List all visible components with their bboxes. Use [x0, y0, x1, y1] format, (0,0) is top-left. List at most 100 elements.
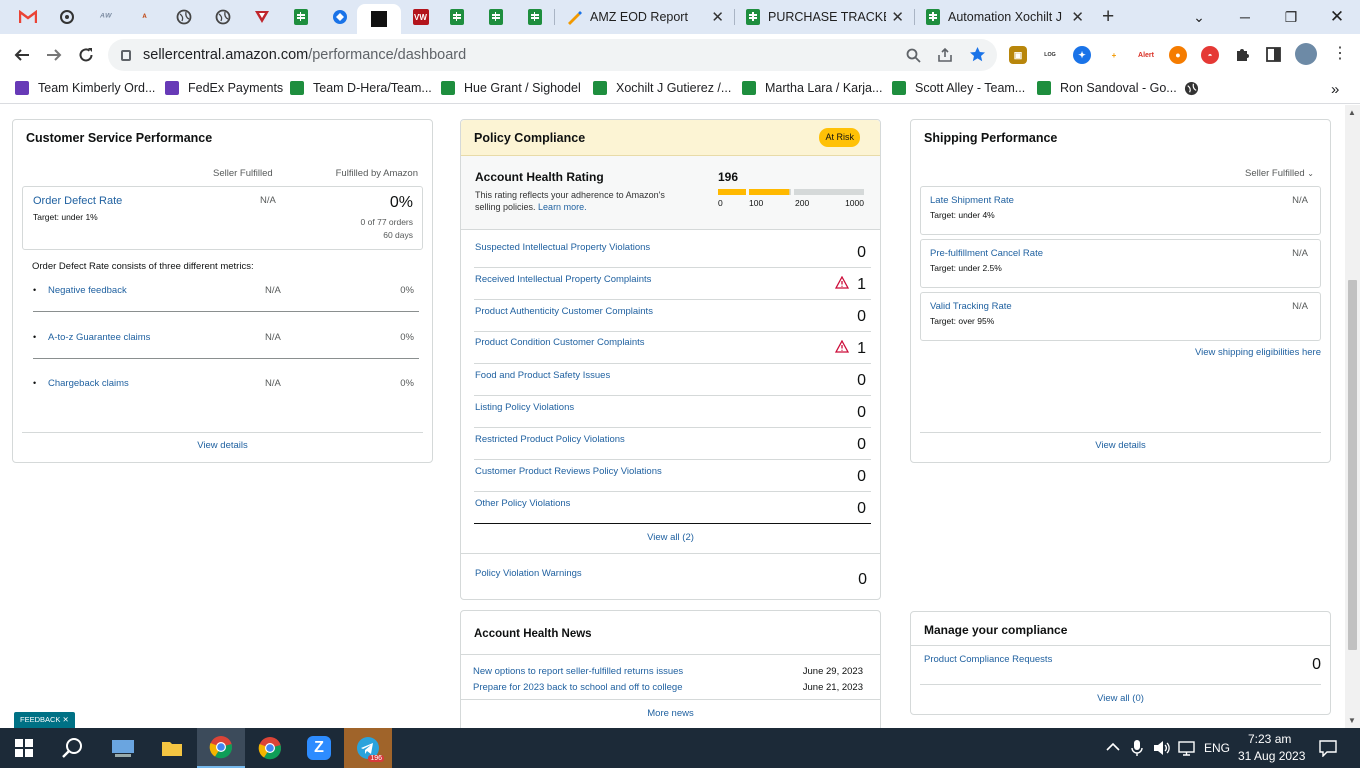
close-window-button[interactable]: ✕: [1314, 7, 1360, 27]
clock-time[interactable]: 7:23 am: [1248, 732, 1291, 746]
tab-close-icon[interactable]: ✕: [1071, 8, 1084, 26]
feedback-close-icon[interactable]: ✕: [63, 715, 69, 724]
news-item-link[interactable]: New options to report seller-fulfilled r…: [473, 666, 683, 677]
side-panel-icon[interactable]: [1266, 47, 1281, 62]
tab-amz-eod-report[interactable]: AMZ EOD Report ✕: [556, 4, 734, 30]
policy-label[interactable]: Product Condition Customer Complaints: [475, 337, 645, 348]
tab-sheets-4[interactable]: [515, 4, 554, 30]
forward-button[interactable]: [40, 42, 68, 68]
maximize-button[interactable]: ❐: [1268, 9, 1314, 26]
bookmark-item[interactable]: Team D-Hera/Team...: [290, 81, 432, 95]
tab-sheets-3[interactable]: [476, 4, 515, 30]
search-button[interactable]: [48, 728, 96, 768]
tab-globe-1[interactable]: [164, 4, 203, 30]
tab-generic-2[interactable]: ᴬ: [125, 4, 164, 30]
metric-label[interactable]: Negative feedback: [48, 285, 127, 296]
extension-7-icon[interactable]: ◓: [1201, 46, 1219, 64]
profile-avatar[interactable]: [1295, 43, 1317, 65]
policy-row[interactable]: Product Condition Customer Complaints 1: [474, 332, 871, 364]
policy-label[interactable]: Received Intellectual Property Complaint…: [475, 274, 651, 285]
policy-label[interactable]: Customer Product Reviews Policy Violatio…: [475, 466, 662, 477]
tab-generic-3[interactable]: [242, 4, 281, 30]
policy-label[interactable]: Product Authenticity Customer Complaints: [475, 306, 653, 317]
compliance-requests-link[interactable]: Product Compliance Requests: [924, 654, 1052, 665]
shipping-metric-link[interactable]: Pre-fulfillment Cancel Rate: [930, 248, 1043, 259]
extension-4-icon[interactable]: +: [1105, 46, 1123, 64]
shipping-metric-link[interactable]: Valid Tracking Rate: [930, 301, 1012, 312]
browser-menu-icon[interactable]: ⋮: [1332, 43, 1348, 63]
tab-openai[interactable]: [47, 4, 86, 30]
taskbar-app[interactable]: [99, 728, 147, 768]
zoom-icon[interactable]: [906, 48, 921, 63]
new-tab-button[interactable]: +: [1102, 5, 1114, 29]
bookmarks-overflow-icon[interactable]: »: [1331, 81, 1339, 98]
tab-generic-5[interactable]: VW: [401, 4, 440, 30]
scrollbar-thumb[interactable]: [1348, 280, 1357, 650]
policy-row[interactable]: Received Intellectual Property Complaint…: [474, 268, 871, 300]
bookmark-item[interactable]: [1184, 81, 1199, 96]
taskbar-zoom[interactable]: Z: [295, 728, 343, 768]
network-icon[interactable]: [1178, 740, 1195, 756]
tab-generic-4[interactable]: [320, 4, 359, 30]
policy-label[interactable]: Food and Product Safety Issues: [475, 370, 610, 381]
extension-5-icon[interactable]: Alert: [1137, 46, 1155, 64]
bookmark-item[interactable]: FedEx Payments: [165, 81, 283, 95]
extension-6-icon[interactable]: ●: [1169, 46, 1187, 64]
view-details-link[interactable]: View details: [13, 440, 432, 451]
extensions-puzzle-icon[interactable]: [1234, 46, 1251, 63]
shipping-eligibilities-link[interactable]: View shipping eligibilities here: [1195, 347, 1321, 358]
policy-row[interactable]: Listing Policy Violations 0: [474, 396, 871, 428]
tab-purchase-tracker[interactable]: PURCHASE TRACKER ✕: [736, 4, 914, 30]
language-indicator[interactable]: ENG: [1204, 741, 1230, 755]
view-details-link[interactable]: View details: [911, 440, 1330, 451]
taskbar-chrome-profile[interactable]: [246, 728, 294, 768]
policy-warnings-link[interactable]: Policy Violation Warnings: [475, 568, 582, 579]
back-button[interactable]: [8, 42, 36, 68]
reload-button[interactable]: [72, 42, 100, 68]
tab-close-icon[interactable]: ✕: [711, 8, 724, 26]
show-hidden-icons-icon[interactable]: [1106, 742, 1120, 752]
bookmark-item[interactable]: Martha Lara / Karja...: [742, 81, 882, 95]
metric-label[interactable]: A-to-z Guarantee claims: [48, 332, 150, 343]
policy-row[interactable]: Customer Product Reviews Policy Violatio…: [474, 460, 871, 492]
address-bar[interactable]: sellercentral.amazon.com/performance/das…: [108, 39, 997, 71]
news-item-link[interactable]: Prepare for 2023 back to school and off …: [473, 682, 683, 693]
policy-row[interactable]: Suspected Intellectual Property Violatio…: [474, 236, 871, 268]
bookmark-star-icon[interactable]: [969, 46, 986, 63]
tab-gmail[interactable]: [8, 4, 47, 30]
shipping-metric-link[interactable]: Late Shipment Rate: [930, 195, 1014, 206]
policy-label[interactable]: Other Policy Violations: [475, 498, 570, 509]
volume-icon[interactable]: [1153, 740, 1171, 756]
policy-row[interactable]: Food and Product Safety Issues 0: [474, 364, 871, 396]
tab-search-icon[interactable]: ⌄: [1176, 9, 1222, 26]
tab-close-icon[interactable]: ✕: [891, 8, 904, 26]
learn-more-link[interactable]: Learn more.: [538, 202, 587, 212]
bookmark-item[interactable]: Hue Grant / Sighodel: [441, 81, 581, 95]
policy-row[interactable]: Product Authenticity Customer Complaints…: [474, 300, 871, 332]
clock-date[interactable]: 31 Aug 2023: [1238, 749, 1305, 763]
scroll-down-icon[interactable]: ▼: [1348, 716, 1356, 725]
taskbar-telegram[interactable]: 196: [344, 728, 392, 768]
bookmark-item[interactable]: Xochilt J Gutierez /...: [593, 81, 731, 95]
microphone-icon[interactable]: [1131, 740, 1143, 756]
policy-row[interactable]: Other Policy Violations 0: [474, 492, 871, 524]
share-icon[interactable]: [937, 47, 953, 63]
odr-link[interactable]: Order Defect Rate: [33, 195, 122, 207]
tab-amazon-active[interactable]: a: [357, 4, 401, 34]
page-scrollbar[interactable]: ▲ ▼: [1345, 105, 1360, 728]
metric-label[interactable]: Chargeback claims: [48, 378, 129, 389]
taskbar-chrome-active[interactable]: [197, 728, 245, 768]
view-all-link[interactable]: View all (2): [461, 532, 880, 543]
policy-label[interactable]: Listing Policy Violations: [475, 402, 574, 413]
tab-sheets-1[interactable]: [281, 4, 320, 30]
tab-sheets-2[interactable]: [437, 4, 476, 30]
taskbar-file-explorer[interactable]: [148, 728, 196, 768]
scroll-up-icon[interactable]: ▲: [1348, 108, 1356, 117]
start-button[interactable]: [0, 728, 48, 768]
view-all-link[interactable]: View all (0): [911, 693, 1330, 704]
bookmark-item[interactable]: Ron Sandoval - Go...: [1037, 81, 1177, 95]
tab-automation-xochilt[interactable]: Automation Xochilt J ✕: [916, 4, 1094, 30]
tab-generic-1[interactable]: ᴬᵂ: [86, 4, 125, 30]
more-news-link[interactable]: More news: [461, 708, 880, 719]
lock-icon[interactable]: [121, 49, 131, 61]
